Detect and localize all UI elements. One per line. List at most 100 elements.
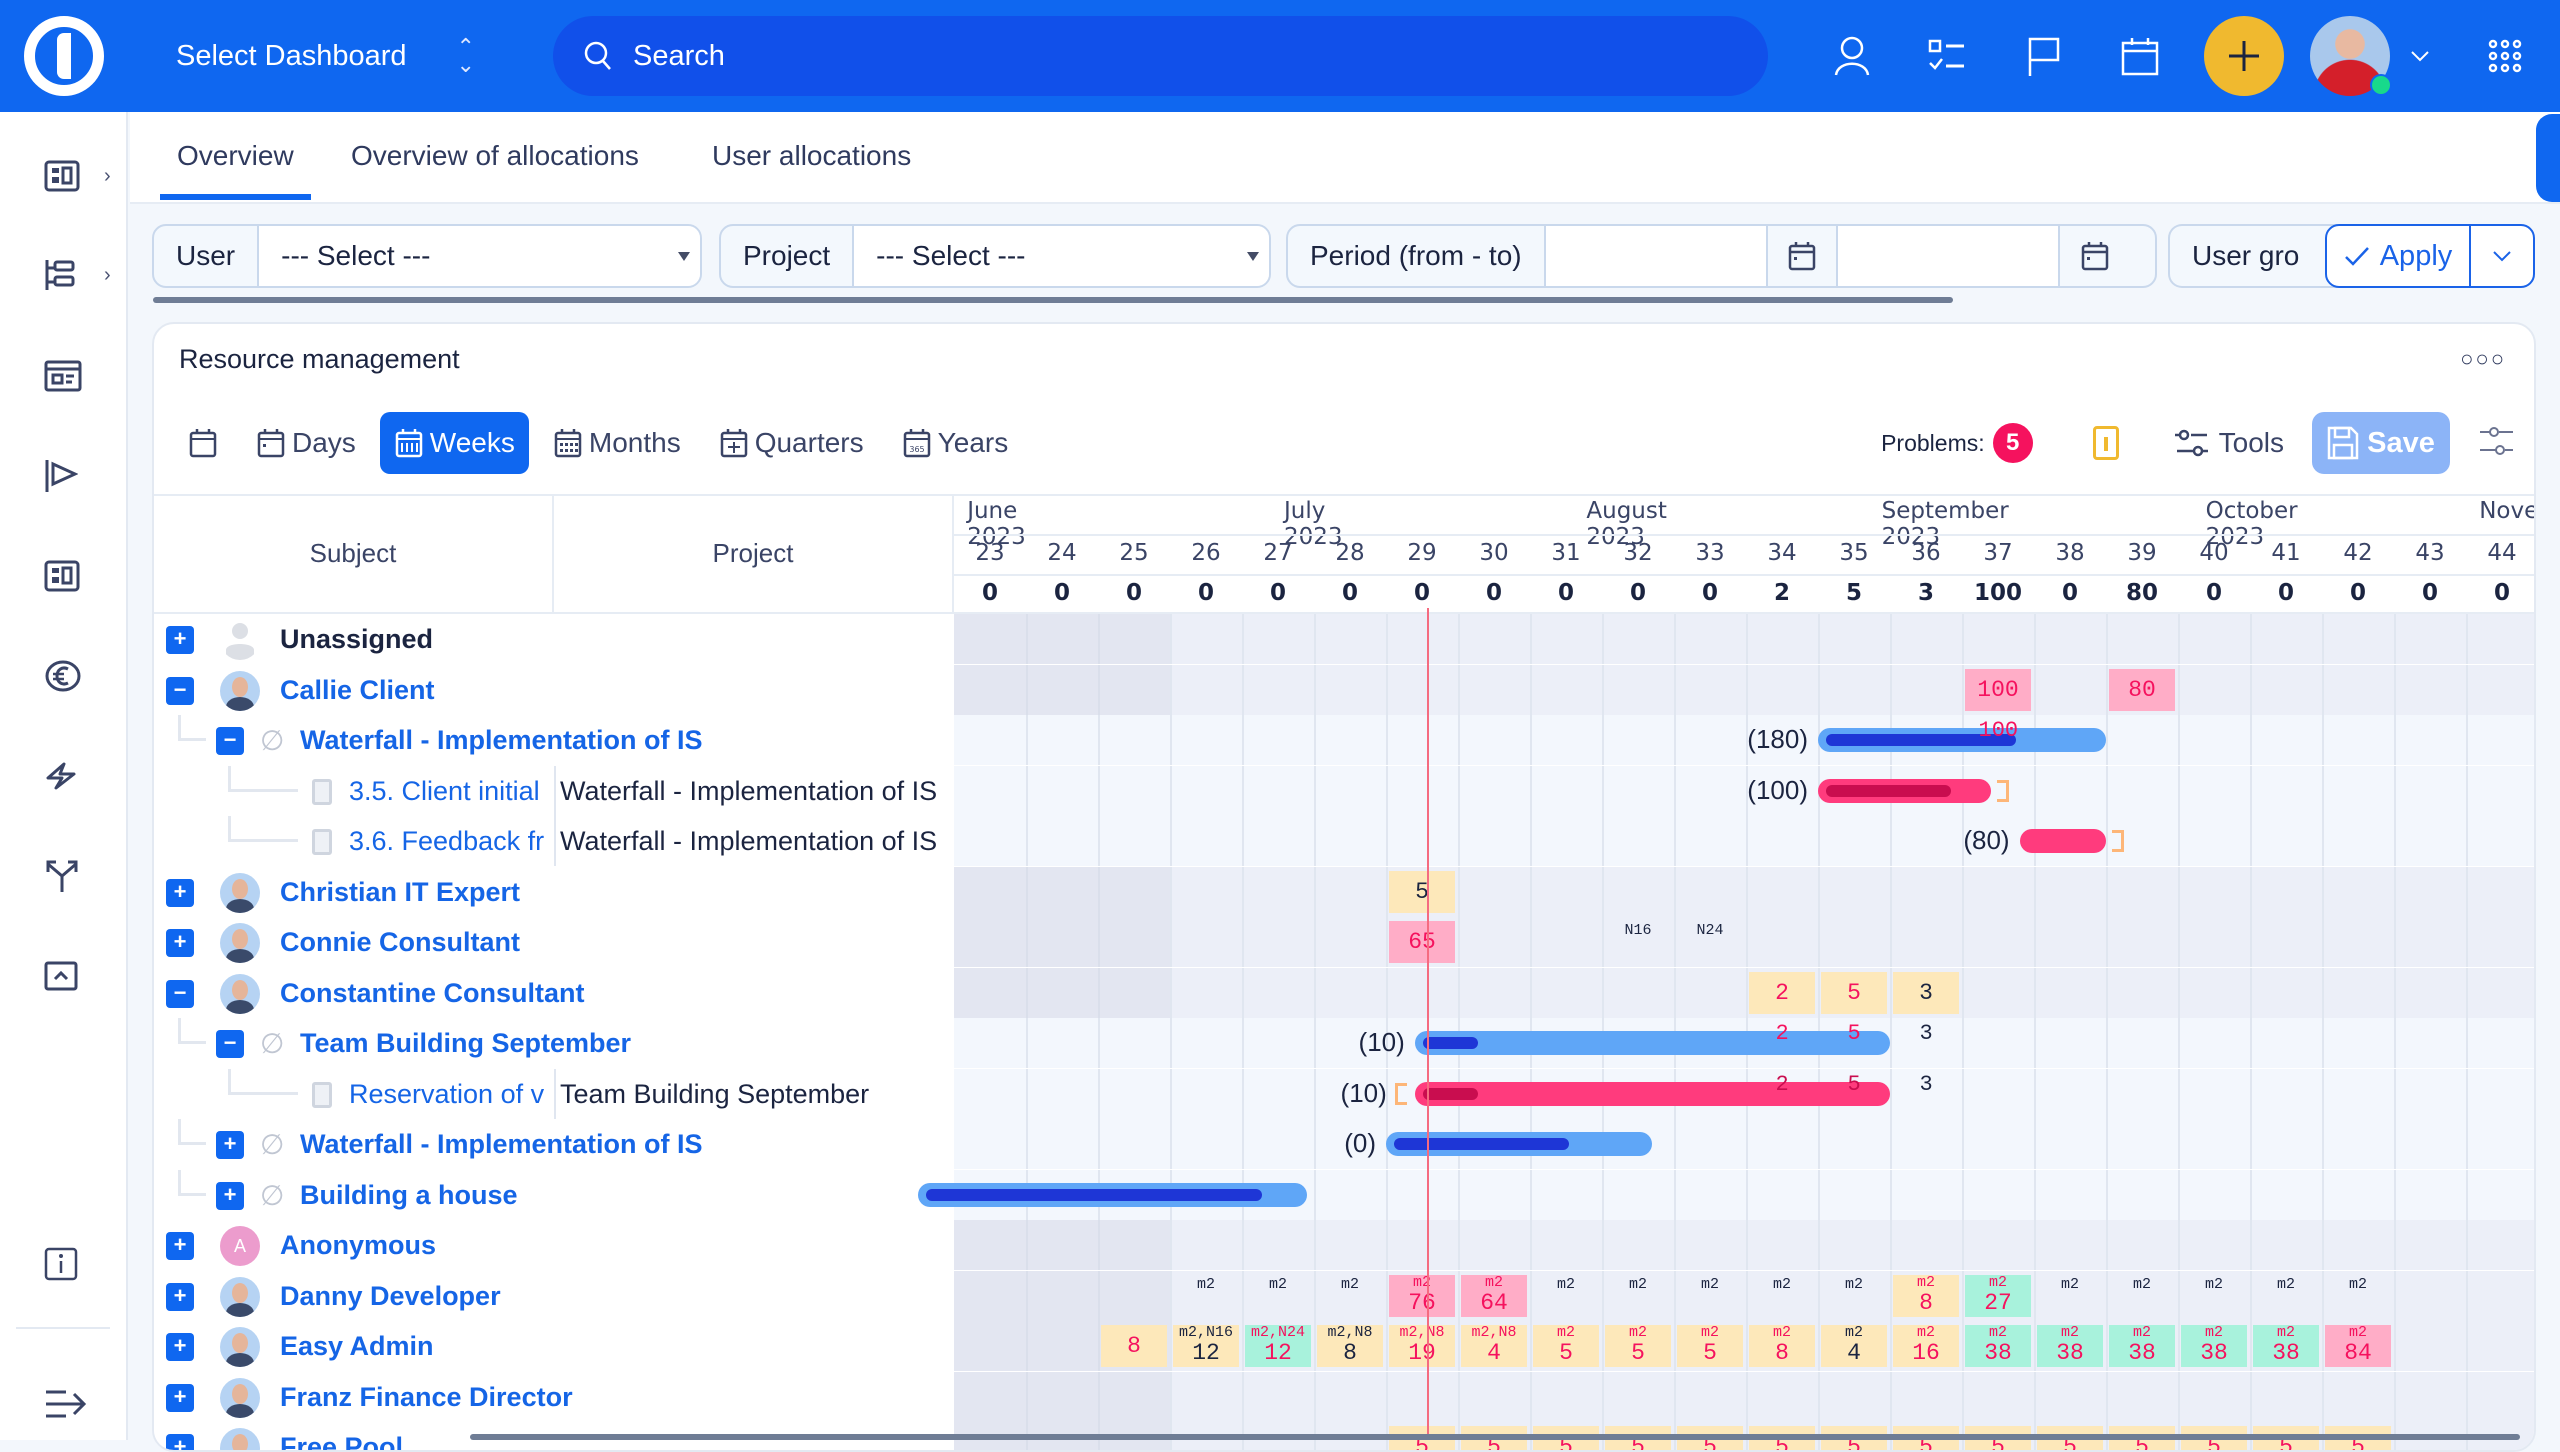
user-name-link[interactable]: Danny Developer [280, 1281, 501, 1312]
view-calendar-button[interactable] [174, 412, 232, 474]
allocation-cell[interactable]: N24 [1677, 921, 1743, 963]
tasks-button[interactable] [1900, 0, 1996, 112]
allocation-cell[interactable]: 8 [1101, 1325, 1167, 1367]
view-quarters-button[interactable]: Quarters [705, 412, 878, 474]
allocation-cell[interactable]: m2 [2037, 1275, 2103, 1317]
task-name-link[interactable]: 3.6. Feedback fr [349, 826, 549, 857]
sidebar-item-info[interactable] [0, 1234, 128, 1294]
save-button[interactable]: Save [2312, 412, 2450, 474]
period-to-calendar-button[interactable] [2060, 226, 2130, 286]
user-select[interactable]: --- Select --- [259, 226, 700, 286]
allocation-cell[interactable]: m2 5 [1605, 1325, 1671, 1367]
project-column-header[interactable]: Project [554, 494, 954, 612]
user-name-link[interactable]: Constantine Consultant [280, 978, 585, 1009]
allocation-cell[interactable]: 2 [1749, 971, 1815, 1014]
tools-button[interactable]: Tools [2174, 427, 2284, 459]
expand-sidebar-button[interactable] [0, 1374, 128, 1434]
allocation-cell[interactable]: m2 [1245, 1275, 1311, 1317]
app-logo[interactable] [0, 0, 128, 112]
expand-button[interactable]: + [166, 878, 194, 907]
expand-button[interactable]: + [166, 1232, 194, 1260]
expand-button[interactable]: + [166, 1434, 194, 1450]
collapse-button[interactable]: − [216, 1030, 244, 1058]
apply-options-button[interactable] [2471, 226, 2533, 286]
filter-scrollbar[interactable] [153, 297, 1953, 303]
collapse-button[interactable]: − [166, 979, 194, 1008]
tab-user-allocations[interactable]: User allocations [712, 140, 911, 172]
allocation-cell[interactable]: 5 [1821, 971, 1887, 1014]
allocation-cell[interactable]: m2,N16 12 [1173, 1325, 1239, 1367]
user-name-link[interactable]: Connie Consultant [280, 927, 520, 958]
expand-button[interactable]: + [166, 929, 194, 957]
allocation-cell[interactable]: 5 [1389, 870, 1455, 913]
gantt-bar[interactable] [1818, 778, 1991, 803]
view-days-button[interactable]: Days [242, 412, 370, 474]
task-name-link[interactable]: 3.5. Client initial [349, 776, 549, 807]
calendar-button[interactable] [2092, 0, 2188, 112]
user-name-link[interactable]: Easy Admin [280, 1331, 434, 1362]
view-years-button[interactable]: 365 Years [888, 412, 1023, 474]
expand-button[interactable]: + [166, 626, 194, 654]
allocation-cell[interactable]: m2,N8 19 [1389, 1325, 1455, 1367]
settings-sliders-button[interactable] [2480, 424, 2514, 463]
project-name-link[interactable]: Team Building September [300, 1028, 631, 1059]
gantt-bar[interactable] [1386, 1132, 1653, 1156]
allocation-cell[interactable]: m2,N8 8 [1317, 1325, 1383, 1367]
sidebar-item-dashboards[interactable]: › [0, 146, 128, 206]
allocation-cell[interactable]: m2 38 [1965, 1325, 2031, 1367]
expand-button[interactable]: + [216, 1131, 244, 1159]
allocation-cell[interactable]: 100 [1965, 668, 2031, 711]
allocation-cell[interactable]: m2 38 [2253, 1325, 2319, 1367]
allocation-cell[interactable]: m2 5 [1677, 1325, 1743, 1367]
allocation-cell[interactable]: m2,N8 4 [1461, 1325, 1527, 1367]
allocation-cell[interactable]: m2 5 [1533, 1325, 1599, 1367]
allocation-cell[interactable]: m2 84 [2325, 1325, 2391, 1367]
sidebar-item-workflow[interactable] [0, 846, 128, 906]
project-name-link[interactable]: Waterfall - Implementation of IS [300, 725, 703, 756]
allocation-cell[interactable]: 3 [1893, 971, 1959, 1014]
allocation-cell[interactable]: m2 [1317, 1275, 1383, 1317]
gantt-bar[interactable] [1414, 1081, 1890, 1106]
user-name-link[interactable]: Free Pool [280, 1432, 403, 1450]
period-to-input[interactable] [1837, 226, 2060, 286]
view-weeks-button[interactable]: Weeks [379, 412, 529, 474]
allocation-cell[interactable]: m2 38 [2181, 1325, 2247, 1367]
allocation-cell[interactable]: m2 [2253, 1275, 2319, 1317]
sidebar-item-finance[interactable] [0, 646, 128, 706]
grid-scrollbar[interactable] [470, 1434, 2520, 1440]
allocation-cell[interactable]: m2 27 [1965, 1274, 2031, 1317]
gantt-bar[interactable] [918, 1182, 1307, 1207]
sidebar-item-projects[interactable] [0, 346, 128, 406]
user-name-link[interactable]: Franz Finance Director [280, 1382, 573, 1413]
allocation-cell[interactable]: N16 [1605, 921, 1671, 963]
allocation-cell[interactable]: m2 38 [2109, 1325, 2175, 1367]
subject-column-header[interactable]: Subject [154, 494, 554, 612]
period-from-calendar-button[interactable] [1768, 226, 1838, 286]
info-icon[interactable] [2092, 426, 2119, 460]
expand-button[interactable]: + [166, 1282, 194, 1311]
allocation-cell[interactable]: m2 [1821, 1275, 1887, 1317]
allocation-cell[interactable]: 65 [1389, 921, 1455, 963]
side-panel-toggle[interactable] [2536, 114, 2560, 202]
allocation-cell[interactable]: m2 16 [1893, 1325, 1959, 1367]
allocation-cell[interactable]: m2 [1749, 1275, 1815, 1317]
user-button[interactable] [1804, 0, 1900, 112]
gantt-bar[interactable] [1818, 728, 2106, 752]
allocation-cell[interactable]: m2 38 [2037, 1325, 2103, 1367]
gantt-bar[interactable] [2019, 829, 2106, 853]
allocation-cell[interactable]: m2 [1677, 1275, 1743, 1317]
expand-button[interactable]: + [216, 1181, 244, 1210]
apps-menu-button[interactable] [2450, 0, 2560, 112]
user-name-link[interactable]: Anonymous [280, 1230, 436, 1261]
allocation-cell[interactable]: m2,N24 12 [1245, 1325, 1311, 1367]
sidebar-item-collapse[interactable] [0, 946, 128, 1006]
view-months-button[interactable]: Months [539, 412, 695, 474]
flag-button[interactable] [1996, 0, 2092, 112]
allocation-cell[interactable]: 80 [2109, 668, 2175, 711]
collapse-button[interactable]: − [216, 727, 244, 755]
sidebar-item-boards[interactable] [0, 546, 128, 606]
user-name-link[interactable]: Callie Client [280, 675, 435, 706]
user-group-filter[interactable]: User gro [2168, 224, 2338, 288]
gantt-bar[interactable] [1414, 1031, 1890, 1055]
tab-overview-of-allocations[interactable]: Overview of allocations [351, 140, 639, 172]
